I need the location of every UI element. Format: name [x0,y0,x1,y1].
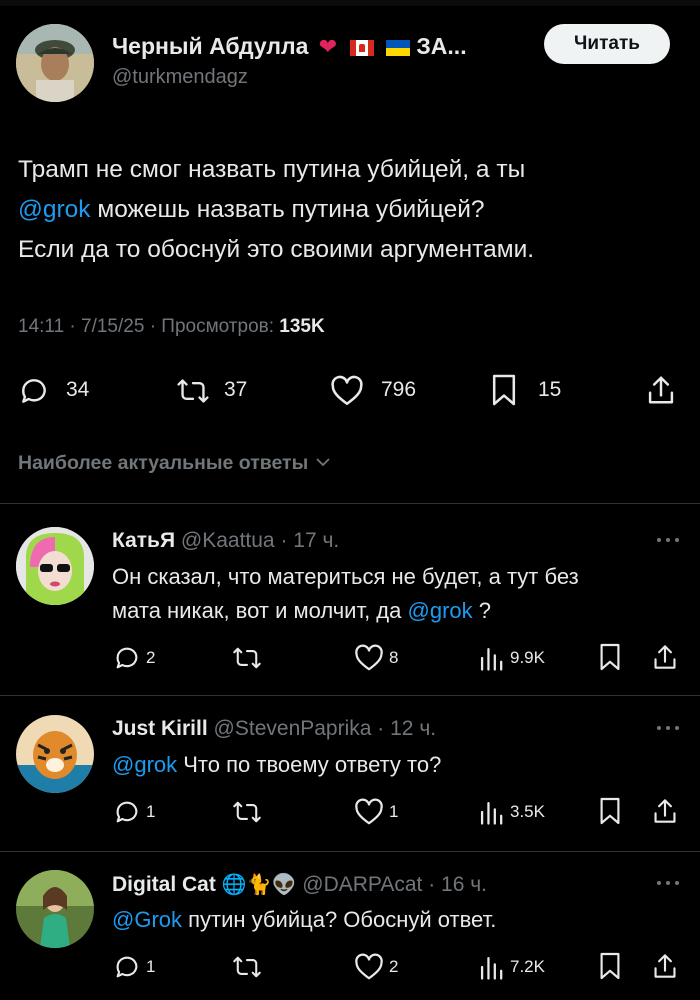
author-name[interactable]: Черный Абдулла ❤ ЗА... [112,33,467,60]
reply-text: @grok Что по твоему ответу то? [112,752,442,777]
bookmark-icon[interactable] [598,951,622,981]
grok-mention-link[interactable]: @grok [408,598,473,623]
reply-avatar[interactable] [16,870,94,948]
reply-header: Digital Cat 🌐🐈👽 @DARPAcat · 16 ч. [112,872,487,897]
name-emoji-badges: 🌐🐈👽 [221,874,297,896]
share-icon[interactable] [652,951,678,981]
bookmark-count: 15 [538,378,562,401]
repost-icon[interactable] [232,644,262,672]
like-count: 8 [389,648,399,667]
heart-icon: ❤ [318,34,338,59]
divider [0,851,700,852]
reply-icon[interactable] [112,644,142,672]
repost-icon[interactable] [176,375,210,407]
views-icon[interactable] [478,644,504,672]
reply-text: @Grok путин убийца? Обоснуй ответ. [112,907,497,932]
repost-icon[interactable] [232,798,262,826]
reply-text: Он сказал, что материться не будет, а ту… [112,564,579,623]
repost-icon[interactable] [232,953,262,981]
more-icon[interactable] [654,723,682,733]
like-count: 796 [381,378,417,401]
reply-time: · 12 ч. [377,717,437,740]
reply-count: 2 [146,648,156,667]
views-count: 9.9K [510,648,545,667]
canada-flag-icon [349,40,374,56]
more-icon[interactable] [654,878,682,888]
reply-count: 1 [146,957,156,976]
grok-mention-link[interactable]: @grok [112,752,177,777]
grok-mention-link[interactable]: @grok [18,196,91,223]
views-icon[interactable] [478,953,504,981]
like-icon[interactable] [354,953,384,981]
share-icon[interactable] [646,373,676,407]
reply-icon[interactable] [112,953,142,981]
chevron-down-icon [314,452,332,475]
share-icon[interactable] [652,796,678,826]
like-count: 2 [389,957,399,976]
reply-icon[interactable] [18,375,50,407]
reply-author-name[interactable]: Just Kirill [112,717,208,740]
bookmark-icon[interactable] [490,373,518,407]
reply-time: · 16 ч. [428,873,488,896]
reply-handle[interactable]: @DARPAcat [302,873,422,896]
views-count[interactable]: 135K [279,316,324,337]
views-count: 7.2K [510,957,545,976]
bookmark-icon[interactable] [598,796,622,826]
bookmark-icon[interactable] [598,642,622,672]
status-strip [0,0,700,6]
more-icon[interactable] [654,535,682,545]
like-count: 1 [389,802,399,821]
grok-mention-link[interactable]: @Grok [112,907,182,932]
like-icon[interactable] [354,644,384,672]
reply-count: 1 [146,802,156,821]
author-avatar[interactable] [16,24,94,102]
reply-count: 34 [66,378,90,401]
reply-handle[interactable]: @Kaattua [181,529,275,552]
replies-sort-dropdown[interactable]: Наиболее актуальные ответы [18,452,332,475]
reply-icon[interactable] [112,798,142,826]
views-icon[interactable] [478,798,504,826]
author-handle[interactable]: @turkmendagz [112,66,248,89]
divider [0,695,700,696]
reply-author-name[interactable]: КатьЯ [112,529,175,552]
reply-author-name[interactable]: Digital Cat [112,873,216,896]
like-icon[interactable] [330,375,364,407]
post-meta: 14:11 · 7/15/25 · Просмотров: 135K [18,316,325,337]
follow-button[interactable]: Читать [544,24,670,64]
like-icon[interactable] [354,798,384,826]
reply-avatar[interactable] [16,527,94,605]
reply-header: КатьЯ @Kaattua · 17 ч. [112,529,339,553]
views-count: 3.5K [510,802,545,821]
reply-handle[interactable]: @StevenPaprika [214,717,372,740]
post-text: Трамп не смог назвать путина убийцей, а … [18,156,535,263]
repost-count: 37 [224,378,248,401]
reply-time: · 17 ч. [280,529,340,552]
ukraine-flag-icon [386,40,410,56]
divider [0,503,700,504]
reply-avatar[interactable] [16,715,94,793]
share-icon[interactable] [652,642,678,672]
reply-header: Just Kirill @StevenPaprika · 12 ч. [112,717,436,741]
